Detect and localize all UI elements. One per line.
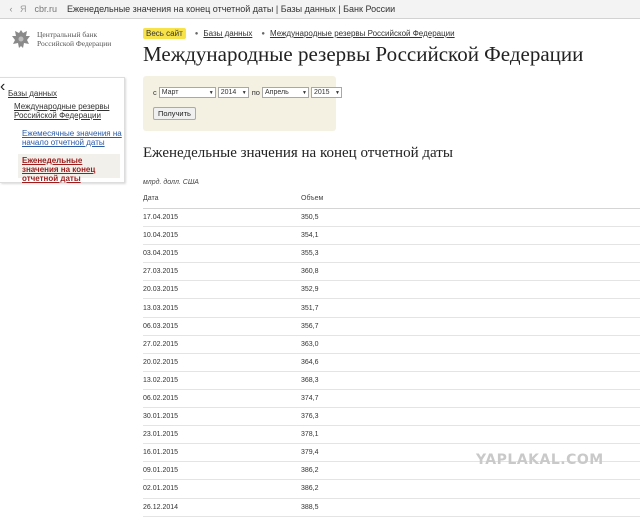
cell-volume: 388,5 — [301, 503, 319, 511]
cell-date: 23.01.2015 — [143, 431, 179, 439]
from-year-value: 2014 — [220, 89, 237, 96]
cell-volume: 352,9 — [301, 286, 319, 294]
bullet-icon: ● — [261, 30, 265, 37]
table-row: 20.02.2015 364,6 — [143, 354, 640, 372]
table-row: 27.03.2015 360,8 — [143, 263, 640, 282]
cell-date: 27.03.2015 — [143, 268, 179, 276]
bank-logo[interactable]: Центральный банк Российской Федерации — [10, 27, 111, 53]
cell-volume: 351,7 — [301, 304, 319, 312]
address-page-title[interactable]: Еженедельные значения на конец отчетной … — [67, 4, 395, 14]
table-row: 30.01.2015 376,3 — [143, 408, 640, 427]
to-label: по — [251, 88, 260, 97]
table-row: 10.04.2015 354,1 — [143, 227, 640, 246]
header-date: Дата — [143, 194, 159, 202]
watermark: YAPLAKAL.COM — [476, 452, 604, 468]
sidebar-item-reserves[interactable]: Международные резервы Российской Федерац… — [14, 102, 124, 120]
cell-date: 13.03.2015 — [143, 304, 179, 312]
cell-volume: 386,2 — [301, 485, 319, 493]
breadcrumb-home[interactable]: Весь сайт — [143, 28, 186, 39]
table-row: 13.03.2015 351,7 — [143, 299, 640, 318]
cell-volume: 363,0 — [301, 340, 319, 348]
cell-date: 09.01.2015 — [143, 467, 179, 475]
cell-date: 02.01.2015 — [143, 485, 179, 493]
cell-date: 06.02.2015 — [143, 394, 179, 402]
section-title: Еженедельные значения на конец отчетной … — [143, 145, 453, 161]
sidebar-header-link[interactable]: Базы данных — [8, 89, 57, 98]
table-row: 13.02.2015 368,3 — [143, 372, 640, 390]
breadcrumb: Весь сайт ● Базы данных ● Международные … — [143, 28, 455, 39]
table-row: 06.03.2015 356,7 — [143, 318, 640, 336]
table-row: 20.03.2015 352,9 — [143, 281, 640, 300]
eagle-emblem-icon — [12, 30, 30, 48]
cell-date: 20.02.2015 — [143, 358, 179, 366]
table-row: 26.12.2014 388,5 — [143, 499, 640, 517]
cell-volume: 354,1 — [301, 232, 319, 240]
bullet-icon: ● — [194, 30, 199, 37]
dropdown-arrow-icon: ▼ — [241, 89, 247, 96]
breadcrumb-databases[interactable]: Базы данных — [203, 29, 252, 38]
logo-line-1: Центральный банк — [37, 30, 98, 39]
table-row: 23.01.2015 378,1 — [143, 426, 640, 445]
filter-panel — [143, 76, 336, 131]
dropdown-arrow-icon: ▼ — [208, 89, 214, 96]
cell-volume: 378,1 — [301, 431, 319, 439]
cell-date: 27.02.2015 — [143, 340, 179, 348]
from-month-value: Март — [161, 89, 179, 96]
dropdown-arrow-icon: ▼ — [302, 89, 307, 96]
to-year-select[interactable]: 2015 ▼ — [310, 87, 342, 98]
to-year-value: 2015 — [313, 89, 330, 96]
to-month-value: Апрель — [264, 89, 289, 96]
cell-date: 20.03.2015 — [143, 286, 179, 294]
table-row: 06.02.2015 374,7 — [143, 390, 640, 409]
cell-volume: 360,8 — [301, 268, 319, 276]
submit-button[interactable]: Получить — [153, 107, 196, 120]
cell-volume: 386,2 — [301, 467, 319, 475]
chevron-left-icon: ‹ — [0, 78, 6, 95]
breadcrumb-reserves[interactable]: Международные резервы Российской Федерац… — [270, 29, 455, 38]
sidebar-item-monthly[interactable]: Ежемесячные значения на начало отчетной … — [22, 129, 122, 147]
to-month-select[interactable]: Апрель ▼ — [261, 87, 309, 98]
cell-date: 13.02.2015 — [143, 376, 179, 384]
logo-text: Центральный банк Российской Федерации — [37, 30, 111, 53]
cell-volume: 379,4 — [301, 449, 319, 457]
cell-volume: 368,3 — [301, 376, 319, 384]
browser-address-bar: ‹ Я cbr.ru Еженедельные значения на коне… — [0, 0, 640, 19]
browser-brand-icon[interactable]: Я — [20, 4, 27, 14]
date-range-row: с Март ▼ 2014 ▼ по Апрель ▼ 2015 ▼ — [153, 87, 342, 98]
units-caption: млрд. долл. США — [143, 179, 199, 186]
from-month-select[interactable]: Март ▼ — [158, 87, 216, 98]
sidebar-item-weekly-active[interactable]: Еженедельные значения на конец отчетной … — [18, 154, 120, 183]
cell-volume: 356,7 — [301, 322, 319, 330]
cell-volume: 364,6 — [301, 358, 319, 366]
table-row: 03.04.2015 355,3 — [143, 245, 640, 264]
cell-date: 26.12.2014 — [143, 503, 179, 511]
cell-date: 03.04.2015 — [143, 250, 179, 258]
address-domain[interactable]: cbr.ru — [35, 4, 58, 14]
cell-date: 30.01.2015 — [143, 413, 179, 421]
cell-date: 06.03.2015 — [143, 322, 179, 330]
cell-volume: 376,3 — [301, 413, 319, 421]
back-arrow-icon[interactable]: ‹ — [6, 4, 16, 14]
page-title: Международные резервы Российской Федерац… — [143, 42, 584, 66]
cell-volume: 374,7 — [301, 394, 319, 402]
table-row: 17.04.2015 350,5 — [143, 209, 640, 228]
cell-date: 10.04.2015 — [143, 232, 179, 240]
cell-date: 16.01.2015 — [143, 449, 179, 457]
cell-date: 17.04.2015 — [143, 214, 179, 222]
table-row: 02.01.2015 386,2 — [143, 480, 640, 499]
header-volume: Объем — [301, 194, 324, 202]
from-year-select[interactable]: 2014 ▼ — [217, 87, 249, 98]
cell-volume: 355,3 — [301, 250, 319, 258]
table-row: 27.02.2015 363,0 — [143, 336, 640, 354]
from-label: с — [153, 88, 157, 97]
table-header: Дата Объем — [143, 188, 640, 209]
logo-line-2: Российской Федерации — [37, 39, 112, 48]
cell-volume: 350,5 — [301, 214, 319, 222]
dropdown-arrow-icon: ▼ — [335, 89, 340, 96]
